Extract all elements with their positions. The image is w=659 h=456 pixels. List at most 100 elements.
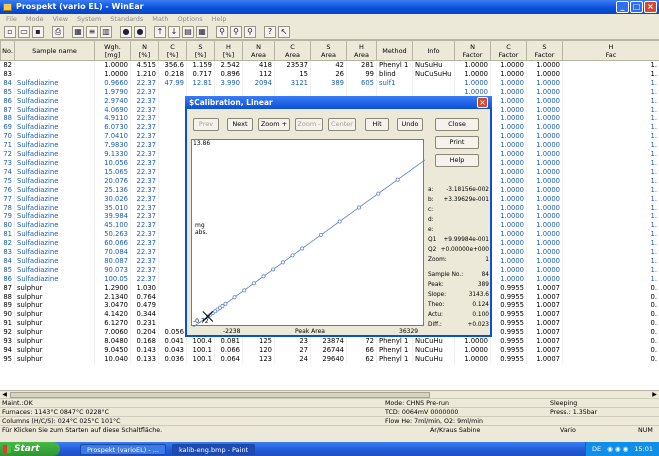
table-row[interactable]: 83 1.0000 1.210 0.218 0.717 0.896 112 15 26 99 bli… [0, 69, 659, 79]
data-point[interactable] [357, 205, 361, 210]
data-point[interactable] [376, 191, 381, 196]
data-point[interactable] [220, 304, 225, 308]
grid-icon[interactable]: ▤ [182, 25, 194, 38]
task-paint[interactable]: kalib-eng.bmp - Paint [171, 443, 256, 455]
table-cell: 0.717 [186, 69, 215, 79]
column-header[interactable]: S Area [310, 40, 347, 61]
info-label: Slope: [428, 292, 447, 298]
data-point[interactable] [232, 295, 237, 300]
column-header[interactable]: S [%] [186, 40, 215, 61]
zoom-icon[interactable]: ⚲ [216, 25, 228, 38]
table-row[interactable]: 82 1.0000 4.515 356.6 1.159 2.542 418 23537 42 28… [0, 60, 659, 70]
up-icon[interactable]: ↑ [154, 25, 166, 38]
whatsthis-icon[interactable]: ↖ [278, 25, 290, 38]
data-point[interactable] [251, 281, 256, 286]
data-point[interactable] [271, 267, 276, 272]
hit-button[interactable]: Hit [365, 118, 389, 131]
column-header[interactable]: N [%] [130, 40, 159, 61]
column-header[interactable]: H Area [346, 40, 377, 61]
table-cell [158, 239, 187, 249]
list-icon[interactable]: ≡ [86, 25, 98, 38]
table-cell: 82 [0, 60, 15, 70]
data-point[interactable] [318, 232, 323, 237]
table-cell [158, 301, 187, 311]
zoom3-icon[interactable]: ⚲ [244, 25, 256, 38]
column-header[interactable]: H Fac [562, 40, 659, 61]
menu-options[interactable]: Options [178, 14, 203, 24]
menu-view[interactable]: View [53, 14, 68, 24]
table-cell: 70 [0, 132, 15, 142]
next-button[interactable]: Next [227, 118, 253, 131]
prev-button[interactable]: Prev [193, 118, 219, 131]
column-header[interactable]: Info [412, 40, 455, 61]
help-button[interactable]: Help [435, 154, 479, 167]
maximize-button[interactable]: □ [630, 1, 643, 13]
table-cell: 23537 [274, 60, 311, 70]
dialog-close-icon[interactable]: × [477, 97, 488, 108]
undo-button[interactable]: Undo [397, 118, 423, 131]
print-icon[interactable]: ⎙ [52, 25, 64, 38]
data-point[interactable] [261, 274, 266, 279]
column-header[interactable]: N Factor [454, 40, 491, 61]
data-point[interactable] [395, 177, 400, 182]
column-header[interactable]: C [%] [158, 40, 187, 61]
menu-file[interactable]: File [6, 14, 17, 24]
data-point[interactable] [290, 253, 295, 258]
dialog-close-button[interactable]: Close [435, 118, 479, 131]
print-button[interactable]: Print [435, 136, 479, 149]
table-cell: 22.37 [130, 158, 159, 168]
zoom-minus-button[interactable]: Zoom - [295, 118, 323, 131]
column-header[interactable]: Wgh. [mg] [94, 40, 131, 61]
data-point[interactable] [242, 288, 247, 293]
table-cell: 22.37 [130, 150, 159, 159]
ball2-icon[interactable]: ● [134, 25, 146, 38]
column-header[interactable]: No. [0, 40, 15, 61]
minimize-button[interactable]: _ [616, 1, 629, 13]
column-header[interactable]: H [%] [214, 40, 243, 61]
menu-help[interactable]: Help [212, 14, 227, 24]
menu-system[interactable]: System [77, 14, 101, 24]
table-row[interactable]: 93 sulphur 8.0480 0.168 0.041 100.4 0.081 125 23… [0, 337, 659, 346]
table-row[interactable]: 95 sulphur 10.040 0.133 0.036 100.1 0.064 123 24… [0, 354, 659, 364]
menu-standards[interactable]: Standards [110, 14, 143, 24]
table-icon[interactable]: ▦ [72, 25, 84, 38]
help-icon[interactable]: ? [264, 25, 276, 38]
start-button[interactable]: Start [0, 442, 60, 456]
data-point[interactable] [223, 301, 228, 306]
ball-icon[interactable]: ● [120, 25, 132, 38]
tray-language[interactable]: DE [592, 442, 601, 456]
save-icon[interactable]: ▪ [32, 25, 44, 38]
table-cell: Sulfadiazine [14, 167, 95, 177]
table-cell: 87 [0, 105, 15, 115]
chart-icon[interactable]: ▥ [100, 25, 112, 38]
table-cell: Sulfadiazine [14, 265, 95, 275]
task-prospekt[interactable]: Prospekt (varioEL) - ... [80, 443, 166, 455]
column-header[interactable]: S Factor [526, 40, 563, 61]
table-cell: Sulfadiazine [14, 96, 95, 106]
table-row[interactable]: 94 sulphur 9.0450 0.143 0.043 100.1 0.066 120 27… [0, 346, 659, 355]
menu-mode[interactable]: Mode [26, 14, 44, 24]
new-icon[interactable]: ▫ [4, 25, 16, 38]
menu-math[interactable]: Math [152, 14, 168, 24]
zoom2-icon[interactable]: ⚲ [230, 25, 242, 38]
center-button[interactable]: Center [328, 118, 356, 131]
data-point[interactable] [337, 219, 342, 224]
table-cell: 42 [310, 60, 347, 70]
down-icon[interactable]: ↓ [168, 25, 180, 38]
horizontal-scrollbar[interactable]: ◀ ▶ [0, 390, 659, 398]
open-icon[interactable]: ▭ [18, 25, 30, 38]
column-header[interactable]: C Factor [490, 40, 527, 61]
zoom-plus-button[interactable]: Zoom + [258, 118, 290, 131]
grid2-icon[interactable]: ▦ [196, 25, 208, 38]
close-button[interactable]: × [644, 1, 657, 13]
column-header[interactable]: C Area [274, 40, 311, 61]
table-row[interactable]: 84 Sulfadiazine 0.9660 22.37 47.99 12.81 3.990… [0, 78, 659, 88]
column-header[interactable]: Method [376, 40, 413, 61]
table-cell: 1.0007 [526, 301, 563, 311]
data-point[interactable] [280, 260, 285, 265]
data-point[interactable] [300, 246, 305, 251]
column-header[interactable]: Sample name [14, 40, 95, 61]
table-cell: 1. [562, 274, 659, 284]
column-header[interactable]: N Area [242, 40, 275, 61]
table-cell: 356.6 [158, 60, 187, 70]
